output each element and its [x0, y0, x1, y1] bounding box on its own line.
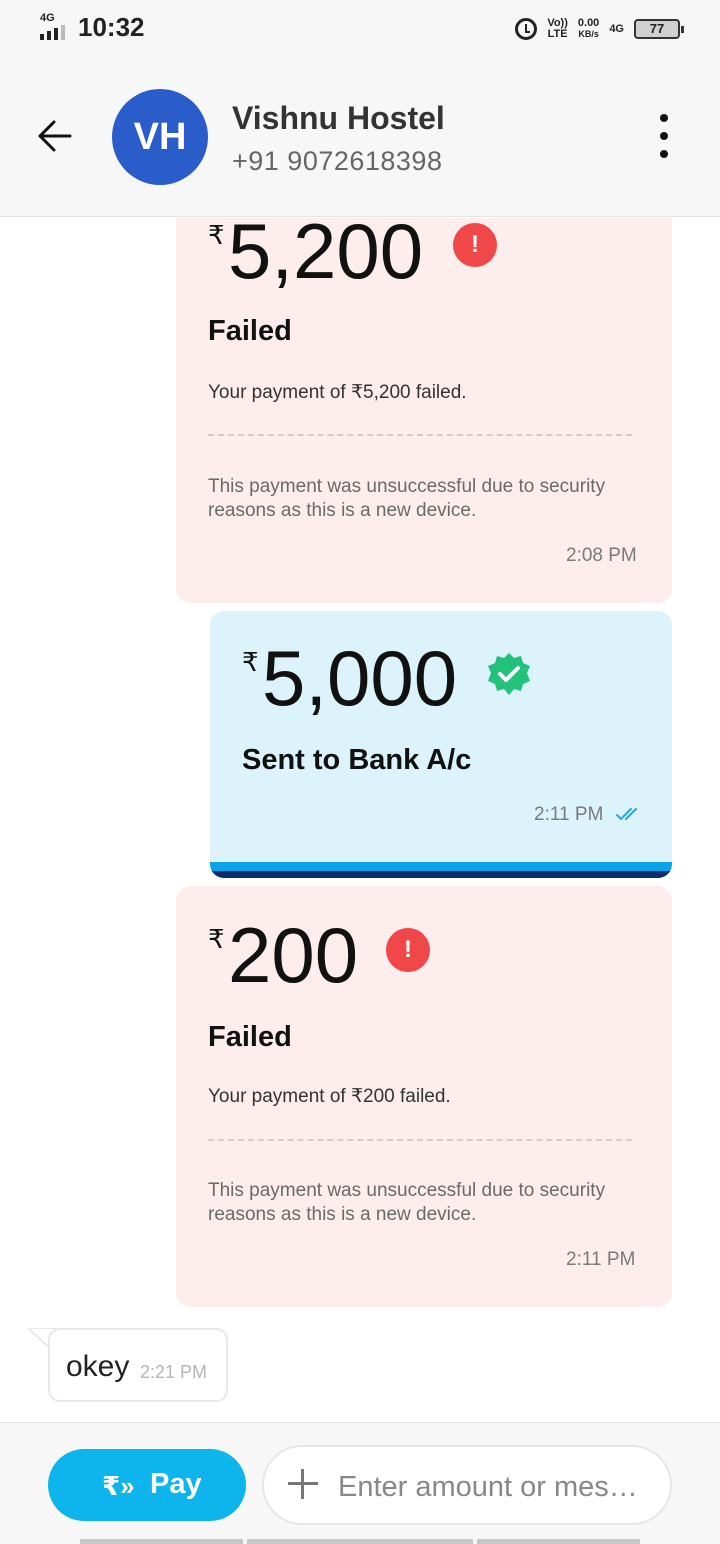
nav-gesture-bar: [477, 1539, 640, 1544]
message-input[interactable]: [338, 1469, 648, 1505]
message-input-container[interactable]: [262, 1445, 672, 1525]
message-text: okey: [66, 1350, 130, 1383]
failure-reason: This payment was unsuccessful due to sec…: [208, 1180, 606, 1225]
card-stripe-dark: [210, 871, 672, 878]
network-type-2: 4G: [609, 22, 624, 35]
status-bar: 4G 10:32 Vo)) LTE 0.00 KB/s 4G 77: [0, 0, 720, 58]
payment-card-success[interactable]: ₹ 5,000 Sent to Bank A/c 2:11 PM: [210, 611, 672, 878]
payment-status: Sent to Bank A/c: [242, 744, 472, 776]
rupee-forward-icon: ₹»: [102, 1471, 135, 1501]
incoming-message[interactable]: okey 2:21 PM: [48, 1328, 228, 1402]
clock: 10:32: [78, 12, 145, 42]
alert-icon: !: [386, 928, 430, 972]
network-speed: 0.00 KB/s: [577, 17, 600, 40]
network-type: 4G: [40, 12, 55, 24]
chat-header: VH Vishnu Hostel +91 9072618398: [0, 58, 720, 217]
payment-status: Failed: [208, 1021, 292, 1053]
arrow-left-icon: [38, 120, 72, 152]
message-time: 2:21 PM: [140, 1362, 208, 1382]
payment-message: Your payment of ₹5,200 failed.: [208, 382, 467, 403]
chat-area[interactable]: ₹ 5,200 ! Failed Your payment of ₹5,200 …: [0, 218, 720, 1422]
double-check-icon: [616, 808, 637, 821]
failure-reason: This payment was unsuccessful due to sec…: [208, 476, 606, 521]
pay-button[interactable]: ₹» Pay: [48, 1449, 246, 1521]
verified-check-icon: [488, 653, 530, 695]
nav-gesture-bar: [80, 1539, 243, 1544]
timestamp: 2:08 PM: [566, 545, 637, 566]
pay-label: Pay: [150, 1468, 202, 1500]
payment-message: Your payment of ₹200 failed.: [208, 1086, 451, 1107]
payment-amount: 5,200: [228, 218, 424, 295]
payment-card-failed[interactable]: ₹ 5,200 ! Failed Your payment of ₹5,200 …: [176, 218, 672, 603]
rupee-symbol: ₹: [242, 647, 259, 677]
rupee-symbol: ₹: [208, 220, 225, 250]
payment-amount: 5,000: [262, 634, 458, 722]
payment-amount: 200: [228, 911, 359, 999]
more-options-button[interactable]: [650, 112, 678, 160]
payment-card-failed[interactable]: ₹ 200 ! Failed Your payment of ₹200 fail…: [176, 886, 672, 1307]
battery-icon: 77: [634, 19, 684, 39]
rupee-symbol: ₹: [208, 924, 225, 954]
contact-name[interactable]: Vishnu Hostel: [232, 100, 445, 137]
payment-status: Failed: [208, 315, 292, 347]
nav-gesture-bar: [247, 1539, 473, 1544]
bottom-bar: ₹» Pay: [0, 1422, 720, 1544]
back-button[interactable]: [34, 114, 78, 158]
alert-icon: !: [453, 223, 497, 267]
contact-phone: +91 9072618398: [232, 146, 443, 176]
timestamp: 2:11 PM: [566, 1249, 636, 1270]
volte-indicator: Vo)) LTE: [547, 17, 568, 40]
divider: [208, 434, 632, 436]
plus-icon[interactable]: [288, 1469, 318, 1499]
divider: [208, 1139, 632, 1141]
timestamp: 2:11 PM: [534, 804, 604, 825]
signal-icon: 4G: [38, 12, 72, 40]
alarm-icon: [515, 18, 538, 40]
avatar[interactable]: VH: [112, 89, 208, 185]
